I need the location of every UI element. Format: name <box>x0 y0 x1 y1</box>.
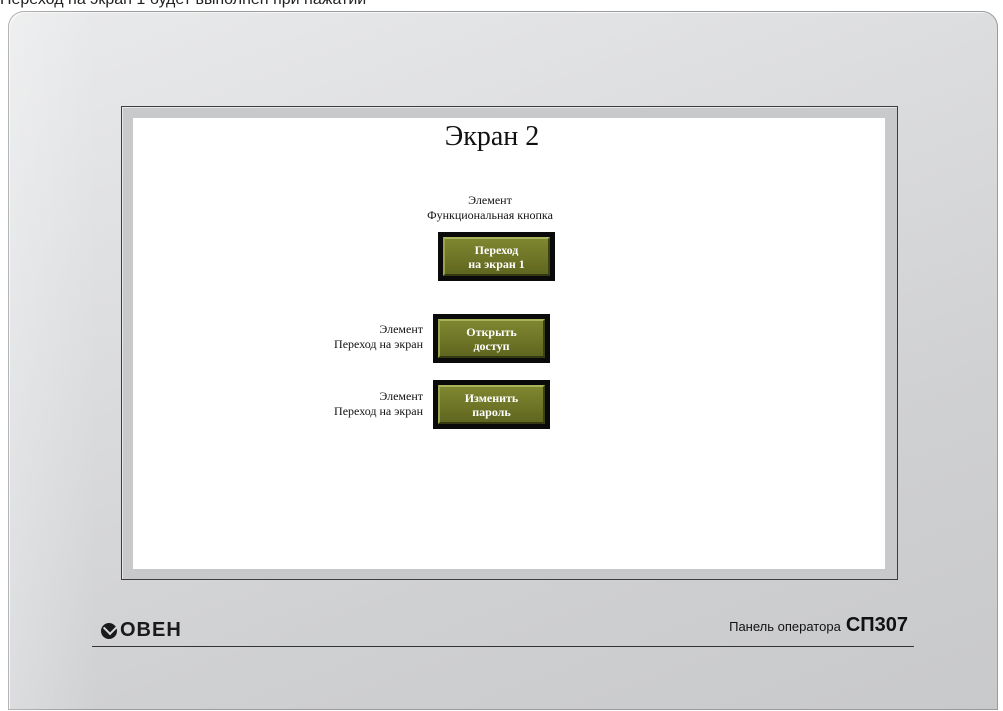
owen-logo: ОВЕН <box>101 619 182 642</box>
brand-name: ОВЕН <box>120 619 182 641</box>
function-key-caption-line2: Функциональная кнопка <box>427 208 553 222</box>
change-password-button-face: Изменить пароль <box>438 385 545 424</box>
change-password-button-line2: пароль <box>472 404 511 419</box>
owen-logo-icon <box>101 622 117 639</box>
goto-screen-1-button[interactable]: Переход на экран 1 <box>438 232 555 281</box>
change-password-caption: Элемент Переход на экран <box>253 389 423 419</box>
function-key-caption: Элемент Функциональная кнопка <box>390 193 590 223</box>
open-access-caption-line1: Элемент <box>379 322 423 336</box>
goto-screen-1-button-line1: Переход <box>474 242 519 257</box>
goto-screen-1-button-face: Переход на экран 1 <box>443 237 550 276</box>
open-access-button-face: Открыть доступ <box>438 319 545 358</box>
model-name: СП307 <box>845 614 908 636</box>
screen-bezel: Экран 2 Элемент Функциональная кнопка Пе… <box>121 106 898 580</box>
top-caption: Переход на экран 1 будет выполнен при на… <box>0 0 700 9</box>
model-prefix: Панель оператора <box>729 619 841 634</box>
change-password-button[interactable]: Изменить пароль <box>433 380 550 429</box>
screen-title: Экран 2 <box>444 121 540 152</box>
open-access-button[interactable]: Открыть доступ <box>433 314 550 363</box>
panel-divider-line <box>92 646 914 647</box>
function-key-caption-line1: Элемент <box>468 193 512 207</box>
open-access-button-line2: доступ <box>473 338 510 353</box>
open-access-caption: Элемент Переход на экран <box>253 322 423 352</box>
hmi-screen: Экран 2 Элемент Функциональная кнопка Пе… <box>133 118 885 569</box>
change-password-caption-line1: Элемент <box>379 389 423 403</box>
open-access-button-line1: Открыть <box>466 324 517 339</box>
device-model-label: Панель оператора СП307 <box>729 614 908 637</box>
change-password-button-line1: Изменить <box>464 390 519 405</box>
open-access-caption-line2: Переход на экран <box>334 337 423 351</box>
operator-panel-frame: Экран 2 Элемент Функциональная кнопка Пе… <box>8 11 998 710</box>
goto-screen-1-button-line2: на экран 1 <box>468 256 525 271</box>
change-password-caption-line2: Переход на экран <box>334 404 423 418</box>
